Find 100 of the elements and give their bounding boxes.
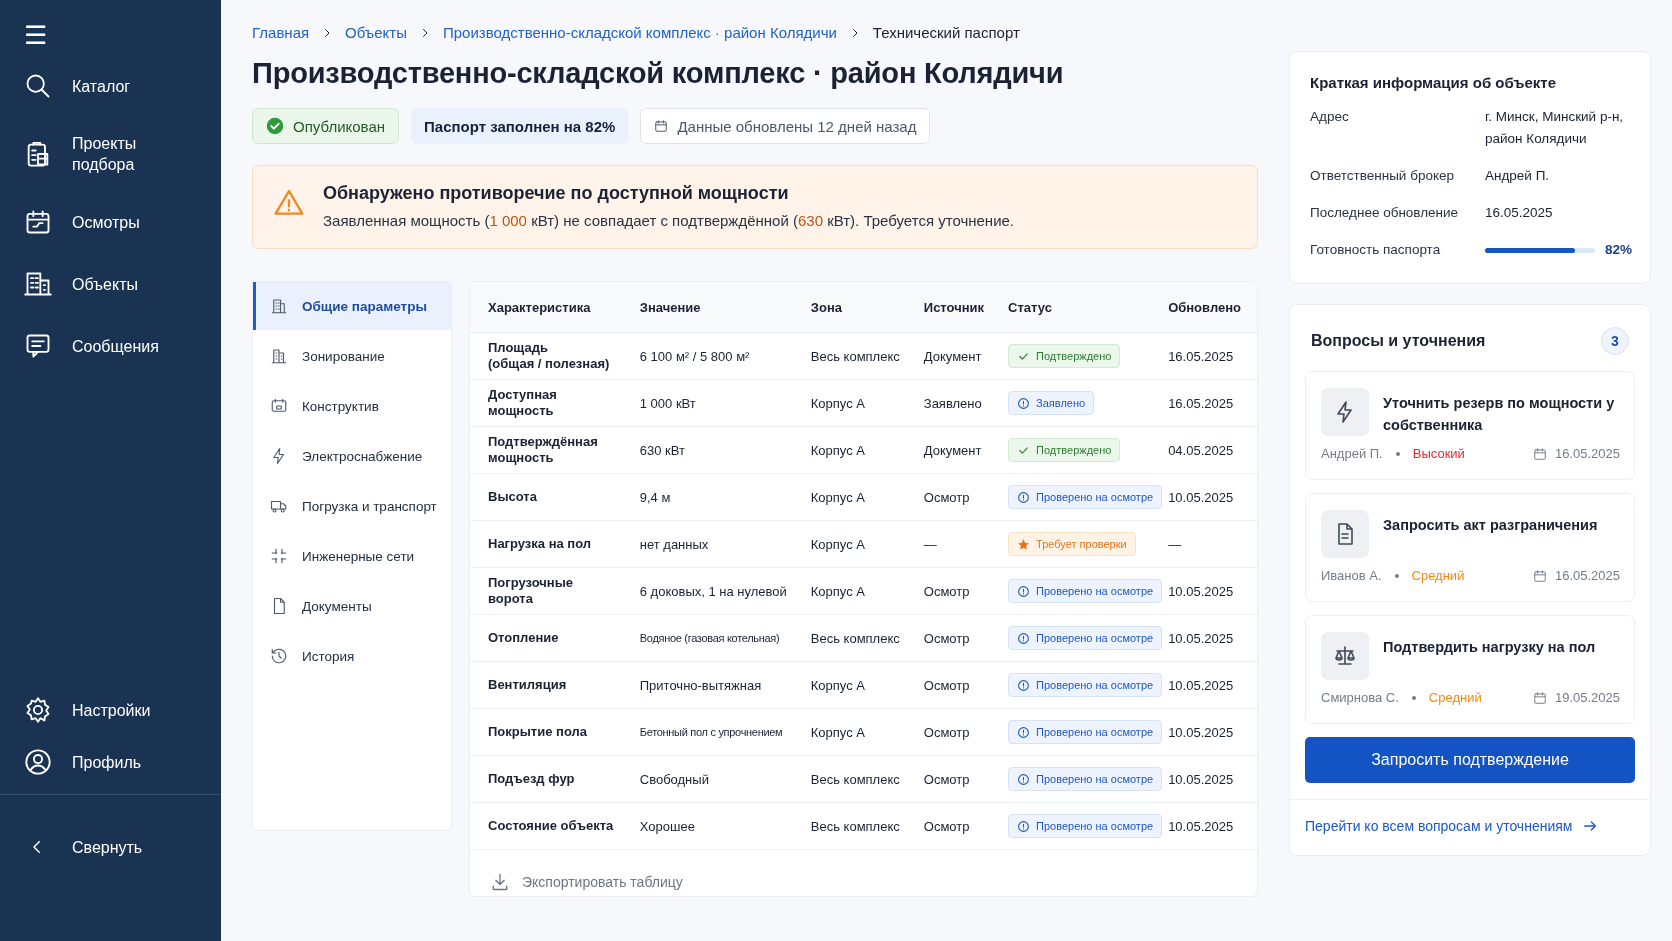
column-header: Зона bbox=[792, 282, 906, 333]
page-title: Производственно-складской комплекс · район Колядичи bbox=[252, 57, 1065, 90]
info-icon bbox=[1017, 819, 1031, 833]
status-badge: Опубликован bbox=[252, 108, 399, 144]
sidebar-item[interactable]: Профиль bbox=[0, 738, 221, 786]
calendar-icon bbox=[1532, 690, 1547, 705]
building-icon bbox=[270, 297, 288, 315]
field-label: Последнее обновление bbox=[1310, 204, 1460, 222]
question-card[interactable]: Запросить акт разграничения Иванов А. Средний 16.05.2025 bbox=[1305, 493, 1635, 602]
table-cell: Подтверждённая мощность bbox=[470, 426, 622, 474]
table-cell: — bbox=[905, 520, 991, 568]
separator-dot bbox=[1395, 451, 1400, 456]
export-button[interactable]: Экспортировать таблицу bbox=[490, 872, 683, 892]
section-tab[interactable]: Электроснабжение bbox=[253, 432, 451, 480]
table-cell: Вентиляция bbox=[470, 661, 622, 709]
table-cell: 10.05.2025 bbox=[1168, 661, 1257, 709]
breadcrumb-link[interactable]: Главная bbox=[252, 24, 310, 41]
table-cell: 04.05.2025 bbox=[1168, 426, 1257, 474]
table-cell: 10.05.2025 bbox=[1168, 802, 1257, 850]
question-card[interactable]: Подтвердить нагрузку на пол Смирнова С. Средний 19.05.2025 bbox=[1305, 615, 1635, 724]
download-icon bbox=[490, 872, 510, 892]
table-cell: Осмотр bbox=[905, 755, 991, 803]
message-icon bbox=[24, 332, 52, 360]
question-title: Запросить акт разграничения bbox=[1383, 516, 1598, 535]
building-icon bbox=[270, 347, 288, 365]
question-author: Андрей П. bbox=[1321, 446, 1383, 461]
table-cell: Водяное (газовая котельная) bbox=[621, 614, 793, 662]
field-label: Адрес bbox=[1310, 108, 1350, 126]
table-cell: Погрузочные ворота bbox=[470, 567, 622, 615]
table-cell: Осмотр bbox=[905, 614, 991, 662]
table-cell: Документ bbox=[905, 426, 991, 474]
arrow-right-icon bbox=[1582, 818, 1599, 834]
breadcrumb-link[interactable]: Объекты bbox=[345, 24, 407, 41]
breadcrumb-link[interactable]: Производственно-складской комплекс · район Колядичи bbox=[442, 24, 837, 41]
sidebar-item[interactable]: Осмотры bbox=[0, 198, 221, 246]
section-tab[interactable]: Погрузка и транспорт bbox=[253, 482, 451, 530]
section-tab[interactable]: Инженерные сети bbox=[253, 532, 451, 580]
info-icon bbox=[1017, 678, 1031, 692]
alert-title: Обнаружено противоречие по доступной мощности bbox=[323, 183, 790, 204]
table-cell: Документ bbox=[905, 332, 991, 380]
count-badge: 3 bbox=[1601, 327, 1629, 355]
info-icon bbox=[1017, 396, 1031, 410]
sidebar-item[interactable]: Настройки bbox=[0, 686, 221, 734]
status-tag: Проверено на осмотре bbox=[1008, 579, 1163, 603]
status-tag: Проверено на осмотре bbox=[1008, 720, 1163, 744]
sidebar-item[interactable]: Каталог bbox=[0, 62, 221, 110]
table-cell: нет данных bbox=[621, 520, 793, 568]
table-cell: Подъезд фур bbox=[470, 755, 622, 803]
table-cell: Корпус А bbox=[792, 379, 906, 427]
scales-icon bbox=[1333, 644, 1357, 668]
section-tab[interactable]: Общие параметры bbox=[253, 282, 451, 330]
column-header: Характеристика bbox=[470, 282, 622, 333]
table-cell: 16.05.2025 bbox=[1168, 332, 1257, 380]
table-cell: Осмотр bbox=[905, 661, 991, 709]
card-title: Краткая информация об объекте bbox=[1310, 74, 1557, 91]
status-tag: Проверено на осмотре bbox=[1008, 485, 1163, 509]
priority-label: Средний bbox=[1428, 690, 1482, 705]
table-cell: Высота bbox=[470, 473, 622, 521]
status-tag: Проверено на осмотре bbox=[1008, 814, 1163, 838]
table-cell: Весь комплекс bbox=[792, 332, 906, 380]
field-label: Ответственный брокер bbox=[1310, 167, 1455, 185]
question-card[interactable]: Уточнить резерв по мощности у собственника Андрей П. Высокий 16.05.2025 bbox=[1305, 371, 1635, 480]
table-cell: 1 000 кВт bbox=[621, 379, 793, 427]
check-circle-icon bbox=[266, 117, 284, 135]
question-author: Смирнова С. bbox=[1321, 690, 1399, 705]
question-title: Уточнить резерв по мощности у собственника bbox=[1383, 394, 1616, 435]
table-cell: — bbox=[1168, 520, 1257, 568]
table-cell: Весь комплекс bbox=[792, 802, 906, 850]
section-tab[interactable]: Документы bbox=[253, 582, 451, 630]
table-cell: Корпус А bbox=[792, 426, 906, 474]
all-questions-link[interactable]: Перейти ко всем вопросам и уточнениям bbox=[1305, 818, 1599, 834]
sidebar-item[interactable]: Объекты bbox=[0, 260, 221, 308]
table-cell: Весь комплекс bbox=[792, 614, 906, 662]
status-tag: Требует проверки bbox=[1008, 532, 1136, 556]
calendar-icon bbox=[24, 208, 52, 236]
column-header: Значение bbox=[621, 282, 793, 333]
update-badge: Данные обновлены 12 дней назад bbox=[640, 108, 931, 144]
table-cell: Осмотр bbox=[905, 708, 991, 756]
question-author: Иванов А. bbox=[1321, 568, 1382, 583]
table-cell: 10.05.2025 bbox=[1168, 708, 1257, 756]
section-tab[interactable]: Конструктив bbox=[253, 382, 451, 430]
request-button[interactable]: Запросить подтверждение bbox=[1305, 737, 1635, 783]
table-cell: Доступная мощность bbox=[470, 379, 622, 427]
table-cell: Корпус А bbox=[792, 473, 906, 521]
table-cell: Состояние объекта bbox=[470, 802, 622, 850]
info-icon bbox=[1017, 725, 1031, 739]
table-cell: Заявлено bbox=[905, 379, 991, 427]
collapse-button[interactable]: Свернуть bbox=[0, 823, 221, 871]
question-title: Подтвердить нагрузку на пол bbox=[1383, 638, 1596, 657]
sidebar-item[interactable]: Сообщения bbox=[0, 322, 221, 370]
menu-button[interactable]: ☰ bbox=[24, 22, 50, 48]
table-cell: 10.05.2025 bbox=[1168, 567, 1257, 615]
section-tab[interactable]: Зонирование bbox=[253, 332, 451, 380]
table-cell: Корпус А bbox=[792, 708, 906, 756]
history-icon bbox=[270, 647, 288, 665]
sidebar-item[interactable]: Проекты подбора bbox=[0, 124, 221, 184]
table-cell: Осмотр bbox=[905, 802, 991, 850]
section-tab[interactable]: История bbox=[253, 632, 451, 680]
table-cell: Бетонный пол с упрочнением bbox=[621, 708, 793, 756]
priority-label: Средний bbox=[1411, 568, 1465, 583]
